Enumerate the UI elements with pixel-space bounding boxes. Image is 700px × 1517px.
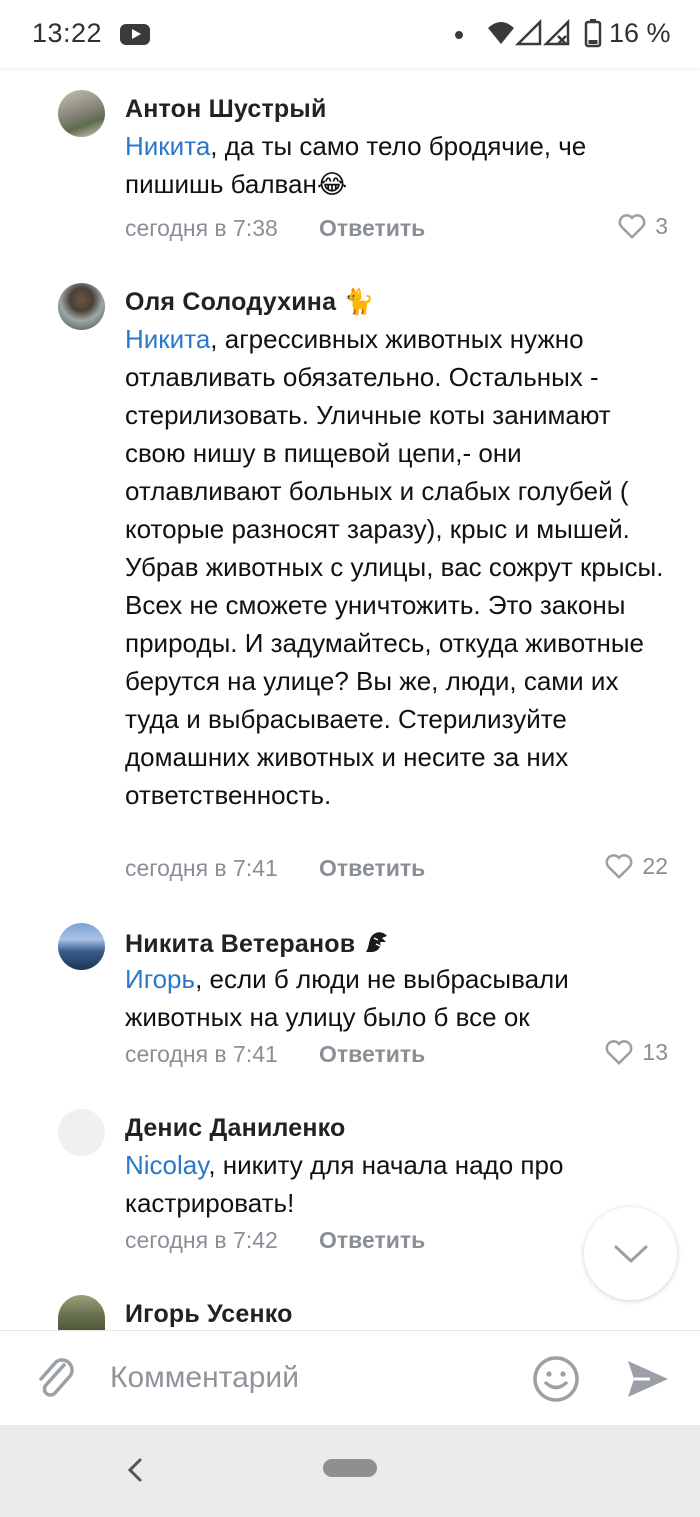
avatar[interactable]	[58, 90, 105, 137]
mention-link[interactable]: Nicolay	[125, 1150, 208, 1180]
send-icon[interactable]	[626, 1357, 670, 1401]
no-signal-icon	[542, 18, 570, 46]
paperclip-icon[interactable]	[34, 1355, 78, 1403]
comment-text: Игорь, если б люди не выбрасывали животн…	[125, 960, 670, 1036]
comment-text: Nicolay, никиту для начала надо про каст…	[125, 1146, 670, 1222]
heart-icon	[605, 854, 633, 880]
like-count: 13	[642, 1038, 668, 1065]
like-count: 22	[642, 852, 668, 879]
avatar[interactable]	[58, 1295, 105, 1330]
cat-emoji-badge: 🐈	[343, 288, 375, 316]
comment-composer	[0, 1330, 700, 1425]
signal-icon	[514, 18, 542, 46]
avatar[interactable]	[58, 1109, 105, 1156]
chevron-down-icon	[614, 1245, 647, 1262]
heart-icon	[605, 1040, 633, 1066]
notification-dot-icon	[455, 31, 463, 39]
mention-link[interactable]: Игорь	[125, 964, 195, 994]
scroll-down-button[interactable]	[584, 1207, 677, 1300]
comment-author[interactable]: Никита Ветеранов	[125, 928, 390, 959]
comment-time: сегодня в 7:41	[125, 855, 278, 881]
wifi-icon	[488, 22, 514, 44]
youtube-icon	[120, 24, 150, 45]
reply-button[interactable]: Ответить	[319, 1041, 425, 1068]
like-button[interactable]: 22	[604, 852, 668, 880]
comment-author[interactable]: Антон Шустрый	[125, 95, 327, 124]
reply-button[interactable]: Ответить	[319, 1227, 425, 1254]
comment-author[interactable]: Игорь Усенко	[125, 1300, 293, 1329]
like-count: 3	[655, 212, 668, 239]
avatar[interactable]	[58, 283, 105, 330]
author-name: Оля Солодухина	[125, 288, 337, 316]
back-chevron-icon[interactable]	[125, 1455, 145, 1485]
mention-link[interactable]: Никита	[125, 324, 210, 354]
avatar[interactable]	[58, 923, 105, 970]
comment-text: Никита, да ты само тело бродячие, че пиш…	[125, 127, 670, 203]
comment-author[interactable]: Денис Даниленко	[125, 1114, 346, 1143]
status-bar: 13:22 16 %	[0, 0, 700, 68]
home-pill-button[interactable]	[323, 1459, 377, 1477]
comment-time: сегодня в 7:38	[125, 215, 278, 241]
comment-input[interactable]	[110, 1361, 510, 1395]
status-icons	[488, 18, 602, 48]
reply-button[interactable]: Ответить	[319, 215, 425, 242]
like-button[interactable]: 13	[604, 1038, 668, 1066]
laughing-emoji: 😂	[316, 169, 348, 199]
dragon-badge-icon	[366, 932, 388, 952]
system-nav-bar	[0, 1425, 700, 1517]
comment-author[interactable]: Оля Солодухина 🐈	[125, 288, 375, 317]
battery-percent: 16 %	[609, 18, 671, 48]
comment-time: сегодня в 7:41	[125, 1041, 278, 1067]
heart-icon	[618, 214, 646, 240]
comment-body: , агрессивных животных нужно отлавливать…	[125, 324, 664, 810]
mention-link[interactable]: Никита	[125, 131, 210, 161]
status-time: 13:22	[32, 18, 103, 48]
comment-time: сегодня в 7:42	[125, 1227, 278, 1253]
like-button[interactable]: 3	[617, 212, 668, 240]
author-name: Никита Ветеранов	[125, 930, 356, 958]
comment-text: Никита, агрессивных животных нужно отлав…	[125, 320, 670, 814]
smile-icon[interactable]	[532, 1355, 580, 1403]
reply-button[interactable]: Ответить	[319, 855, 425, 882]
